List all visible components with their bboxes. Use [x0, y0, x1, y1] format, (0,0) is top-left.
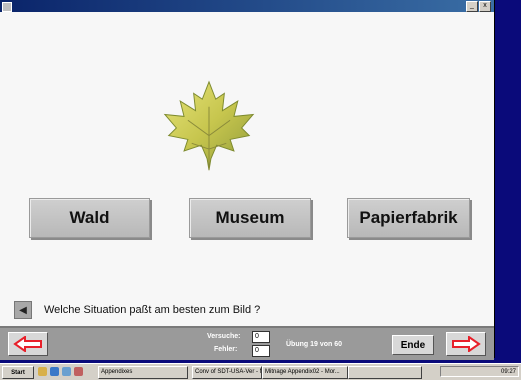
- desktop-icon[interactable]: [62, 367, 71, 376]
- maple-leaf-icon: [161, 78, 257, 174]
- clock[interactable]: 09:27: [501, 369, 516, 375]
- exercise-counter: Übung 19 von 60: [286, 341, 343, 348]
- next-button[interactable]: [446, 332, 486, 356]
- folder-icon[interactable]: [38, 367, 47, 376]
- arrow-left-icon: [13, 336, 42, 352]
- previous-button[interactable]: [8, 332, 48, 356]
- arrow-right-icon: [452, 336, 481, 352]
- system-tray: 09:27: [440, 366, 519, 377]
- question-text: Welche Situation paßt am besten zum Bild…: [44, 304, 261, 316]
- control-bar: Versuche: 0 Fehler: 0 Übung 19 von 60 En…: [0, 326, 494, 360]
- minimize-button[interactable]: _: [466, 1, 478, 12]
- versuche-label: Versuche:: [207, 333, 241, 340]
- app-window: _ x Wald Museum Papierfabrik ◀ Welche Si…: [0, 0, 495, 360]
- end-button[interactable]: Ende: [392, 335, 434, 355]
- choice-button-wald[interactable]: Wald: [29, 198, 150, 238]
- fehler-count: 0: [252, 345, 270, 357]
- taskbar: Start Appendixes Conv of SDT-USA-Ver - M…: [0, 363, 521, 380]
- taskbar-item[interactable]: Conv of SDT-USA-Ver - Mi...: [192, 366, 262, 379]
- start-button[interactable]: Start: [2, 366, 34, 379]
- app-icon[interactable]: [74, 367, 83, 376]
- exercise-area: Wald Museum Papierfabrik ◀ Welche Situat…: [0, 12, 494, 326]
- taskbar-item[interactable]: Mitnage Appendix02 - Mor...: [262, 366, 348, 379]
- question-row: ◀ Welche Situation paßt am besten zum Bi…: [14, 300, 260, 320]
- choice-button-papierfabrik[interactable]: Papierfabrik: [347, 198, 470, 238]
- choice-button-museum[interactable]: Museum: [189, 198, 311, 238]
- close-button[interactable]: x: [479, 1, 491, 12]
- taskbar-item[interactable]: Appendixes: [98, 366, 188, 379]
- speaker-icon[interactable]: ◀: [14, 301, 32, 319]
- fehler-label: Fehler:: [214, 346, 238, 353]
- browser-icon[interactable]: [50, 367, 59, 376]
- title-bar[interactable]: _ x: [0, 0, 494, 12]
- app-icon[interactable]: [2, 2, 12, 12]
- taskbar-item[interactable]: [348, 366, 422, 379]
- versuche-count: 0: [252, 331, 270, 343]
